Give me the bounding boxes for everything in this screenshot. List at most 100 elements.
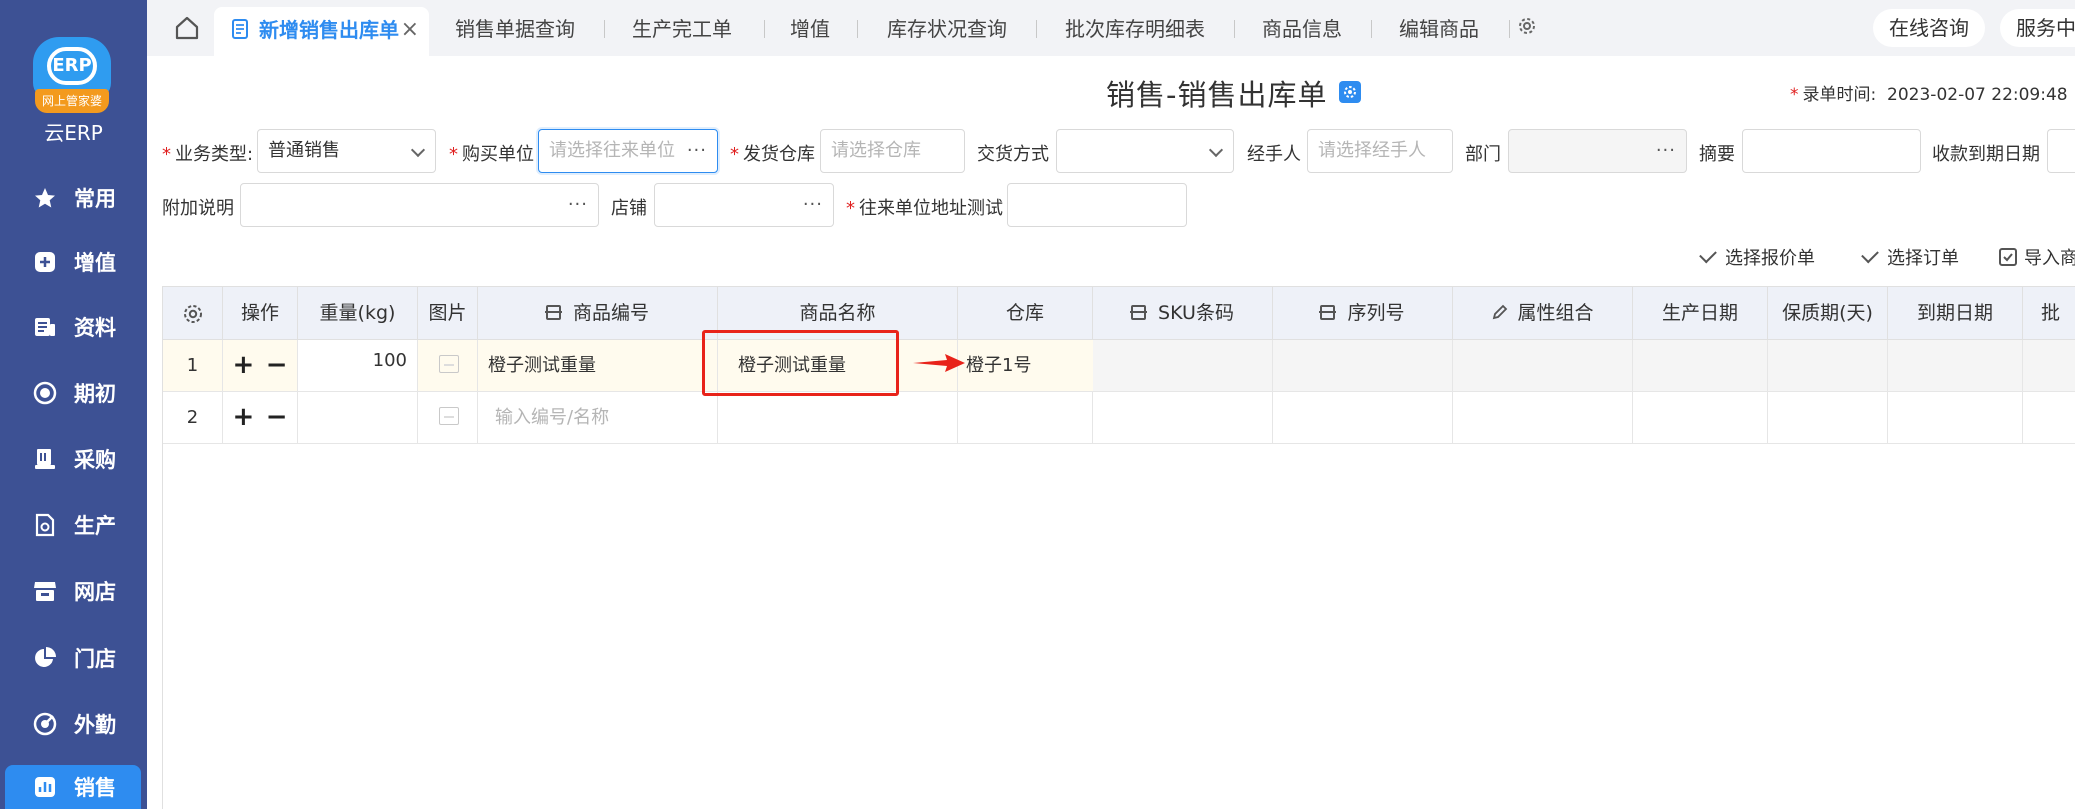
chevron-down-icon (410, 142, 426, 158)
partner-address-input[interactable] (1007, 183, 1187, 227)
sidebar-item-opening[interactable]: 期初 (0, 367, 147, 419)
delivery-label: 交货方式 (977, 144, 1049, 165)
tab-product-info[interactable]: 商品信息 (1262, 0, 1342, 56)
column-header-sku: SKU条码 (1093, 287, 1273, 341)
buyer-placeholder: 请选择往来单位 (549, 140, 675, 161)
app-logo[interactable]: ERP 网上管家婆 (33, 37, 111, 115)
tab-batch-inventory[interactable]: 批次库存明细表 (1065, 0, 1205, 56)
production-date-cell[interactable] (1633, 392, 1768, 443)
tab-value-added[interactable]: 增值 (790, 0, 830, 56)
document-icon (32, 314, 58, 340)
weight-cell[interactable]: 100 (298, 340, 418, 391)
table-row[interactable]: 1 + − 100 橙子测试重量 橙子测试重量 (163, 340, 2075, 392)
warehouse-cell[interactable] (958, 392, 1093, 443)
tab-production-complete[interactable]: 生产完工单 (632, 0, 732, 56)
entry-time-label: 录单时间: (1802, 85, 1877, 105)
shelf-life-cell[interactable] (1768, 392, 1888, 443)
add-row-button[interactable]: + (232, 350, 254, 380)
handler-input[interactable]: 请选择经手人 (1307, 129, 1453, 173)
required-mark: * (846, 198, 855, 219)
column-header-image: 图片 (418, 287, 478, 341)
column-header-operation: 操作 (223, 287, 298, 341)
remove-row-button[interactable]: − (266, 350, 288, 380)
add-row-button[interactable]: + (232, 402, 254, 432)
more-icon[interactable]: ··· (803, 184, 823, 226)
sidebar: ERP 网上管家婆 云ERP 常用 增值 资料 期初 采购 生产 网店 门店 外… (0, 0, 147, 809)
extra-note-input[interactable]: ··· (240, 183, 599, 227)
store-input[interactable]: ··· (654, 183, 834, 227)
sidebar-item-common[interactable]: 常用 (0, 172, 147, 224)
sidebar-item-label: 增值 (74, 251, 116, 275)
sku-cell[interactable] (1093, 340, 1273, 391)
attributes-cell[interactable] (1453, 392, 1633, 443)
serial-cell[interactable] (1273, 392, 1453, 443)
product-name-cell[interactable] (718, 392, 958, 443)
department-input[interactable]: ··· (1508, 129, 1687, 173)
expiry-date-cell[interactable] (1888, 392, 2023, 443)
expiry-date-cell[interactable] (1888, 340, 2023, 391)
sku-cell[interactable] (1093, 392, 1273, 443)
serial-cell[interactable] (1273, 340, 1453, 391)
summary-label: 摘要 (1699, 144, 1735, 165)
sidebar-item-label: 生产 (74, 514, 116, 538)
store-label: 店铺 (611, 198, 647, 219)
sidebar-item-value-added[interactable]: 增值 (0, 236, 147, 288)
sidebar-item-production[interactable]: 生产 (0, 499, 147, 551)
tab-edit-product[interactable]: 编辑商品 (1399, 0, 1479, 56)
tab-divider (1509, 20, 1510, 38)
column-settings-gear-icon[interactable] (163, 287, 223, 341)
tab-new-sales-outbound[interactable]: 新增销售出库单 × (214, 7, 429, 56)
attributes-cell[interactable] (1453, 340, 1633, 391)
column-header-shelf-life: 保质期(天) (1768, 287, 1888, 341)
warehouse-input[interactable]: 请选择仓库 (820, 129, 965, 173)
tab-inventory-status[interactable]: 库存状况查询 (887, 0, 1007, 56)
service-button[interactable]: 服务中 (2000, 9, 2075, 47)
batch-cell[interactable] (2023, 392, 2075, 443)
batch-cell[interactable] (2023, 340, 2075, 391)
shop-icon (32, 578, 58, 604)
select-order-button[interactable]: 选择订单 (1861, 244, 1959, 270)
tab-sales-query[interactable]: 销售单据查询 (455, 0, 575, 56)
buyer-input[interactable]: 请选择往来单位 ··· (538, 129, 718, 173)
more-icon[interactable]: ··· (1656, 130, 1676, 172)
more-icon[interactable]: ··· (568, 184, 588, 226)
warehouse-placeholder: 请选择仓库 (831, 140, 921, 161)
close-icon[interactable]: × (401, 7, 419, 53)
sidebar-item-online-shop[interactable]: 网店 (0, 565, 147, 617)
logo-mark: ERP (47, 47, 97, 85)
delivery-select[interactable] (1056, 129, 1234, 173)
sidebar-item-data[interactable]: 资料 (0, 301, 147, 353)
remove-row-button[interactable]: − (266, 402, 288, 432)
more-icon[interactable]: ··· (687, 130, 707, 172)
online-consult-button[interactable]: 在线咨询 (1873, 9, 1985, 47)
tab-settings-gear-icon[interactable] (1515, 14, 1539, 42)
warehouse-label: * 发货仓库 (730, 144, 815, 165)
sidebar-item-store[interactable]: 门店 (0, 632, 147, 684)
summary-input[interactable] (1742, 129, 1921, 173)
weight-cell[interactable] (298, 392, 418, 443)
image-cell[interactable] (418, 340, 478, 391)
title-settings-gear-icon[interactable] (1339, 81, 1361, 103)
sidebar-item-sales[interactable]: 销售 (5, 765, 141, 809)
product-code-cell[interactable]: 橙子测试重量 (478, 340, 718, 391)
production-date-cell[interactable] (1633, 340, 1768, 391)
due-date-input[interactable] (2047, 129, 2075, 173)
chart-icon (32, 774, 58, 800)
required-mark: * (449, 144, 458, 165)
sidebar-item-field[interactable]: 外勤 (0, 698, 147, 750)
home-icon[interactable] (173, 14, 201, 42)
import-button[interactable]: 导入商 (1998, 244, 2075, 272)
tab-divider (764, 20, 765, 38)
tab-bar: 新增销售出库单 × 销售单据查询 生产完工单 增值 库存状况查询 批次库存明细表… (147, 0, 2075, 56)
product-code-input[interactable]: 输入编号/名称 (478, 392, 718, 443)
select-quote-button[interactable]: 选择报价单 (1699, 244, 1815, 270)
chevron-down-icon (1208, 142, 1224, 158)
logo-band: 网上管家婆 (35, 89, 109, 113)
business-type-select[interactable]: 普通销售 (257, 129, 436, 173)
due-date-label: 收款到期日期 (1932, 144, 2040, 165)
image-cell[interactable] (418, 392, 478, 443)
shelf-life-cell[interactable] (1768, 340, 1888, 391)
check-icon (1861, 245, 1879, 264)
table-row[interactable]: 2 + − 输入编号/名称 (163, 392, 2075, 444)
sidebar-item-purchase[interactable]: 采购 (0, 433, 147, 485)
